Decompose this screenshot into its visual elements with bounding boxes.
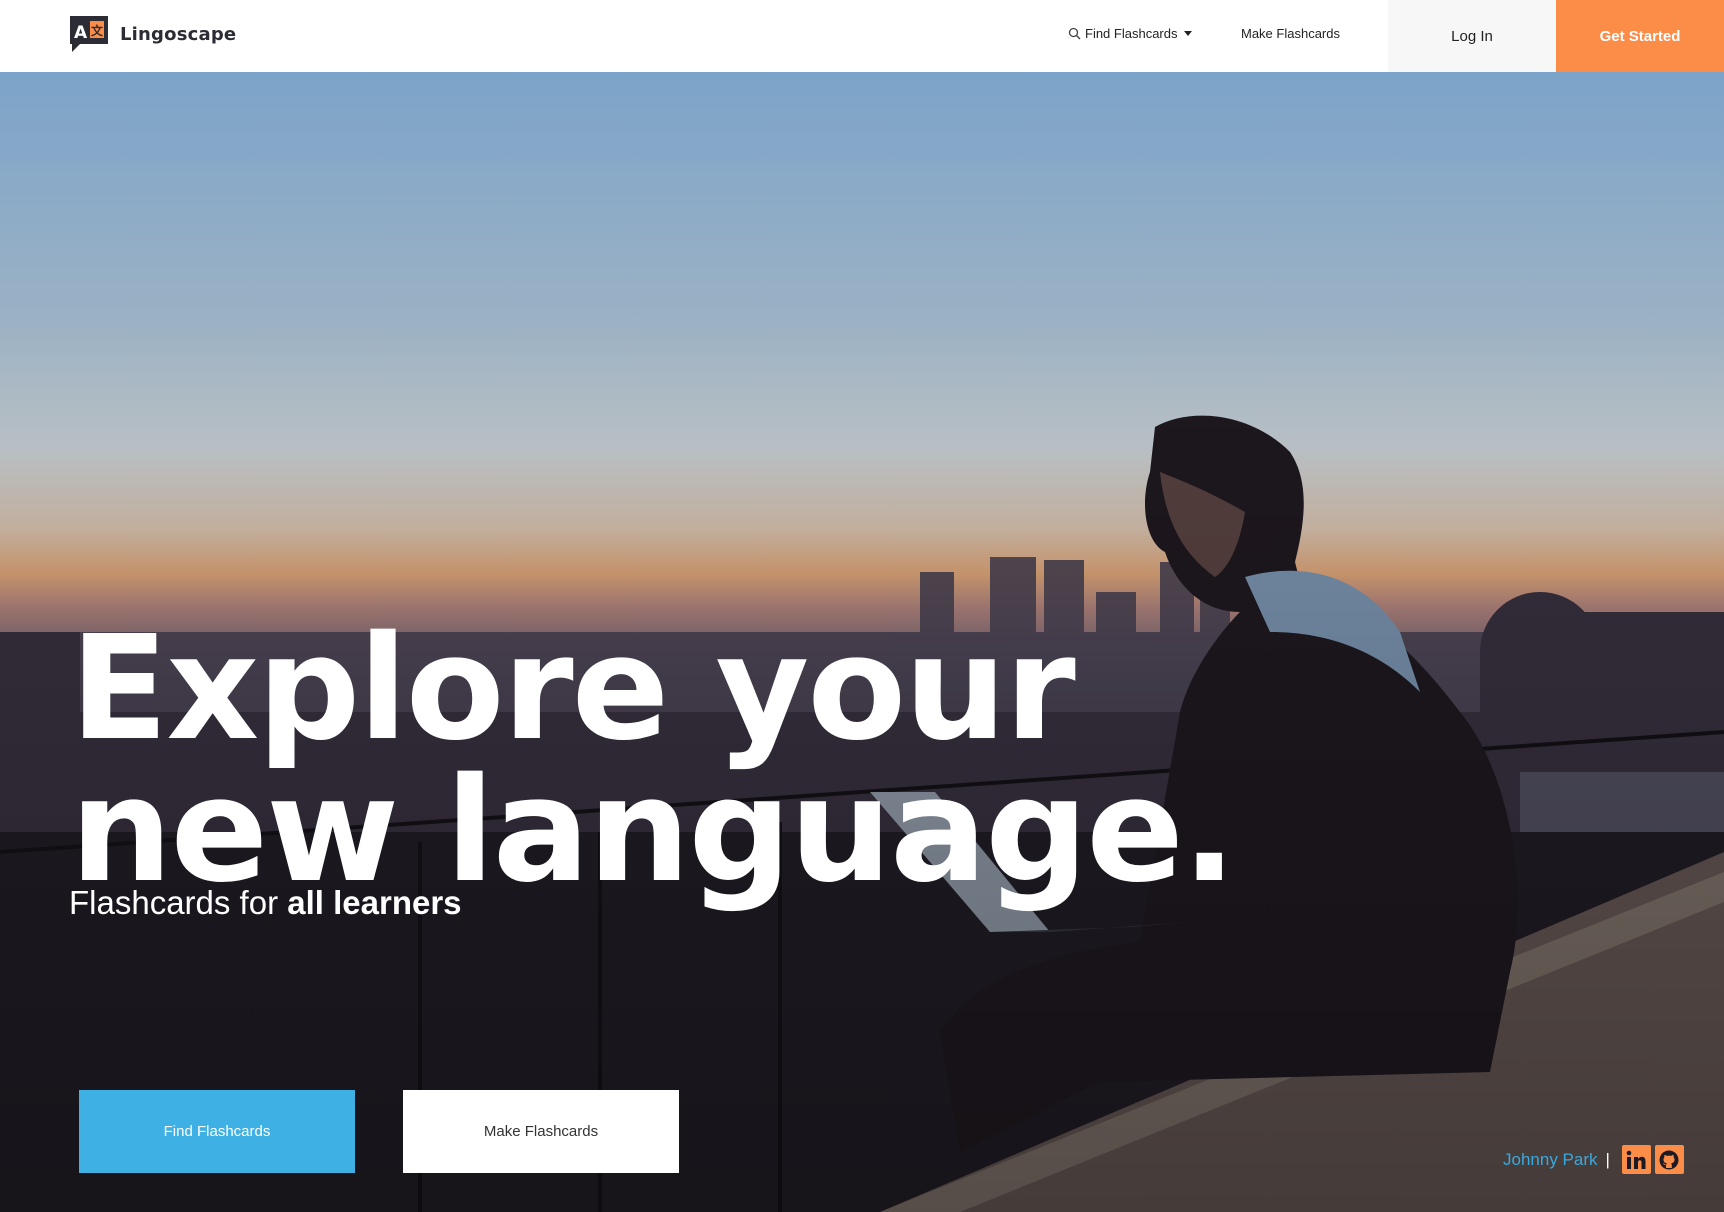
- github-icon[interactable]: [1654, 1145, 1684, 1174]
- login-button[interactable]: Log In: [1388, 0, 1556, 72]
- hero-section: Explore your new language.: [0, 72, 1724, 1212]
- svg-text:A: A: [74, 23, 88, 43]
- hero-subtitle: Flashcards for all learners: [69, 884, 462, 922]
- hero-title-line2: new language.: [70, 746, 1237, 914]
- linkedin-icon[interactable]: [1621, 1145, 1651, 1174]
- hero-title-line1: Explore your: [70, 604, 1076, 772]
- nav-find-flashcards-dropdown[interactable]: Find Flashcards: [1068, 26, 1193, 41]
- hero-subtitle-bold: all learners: [287, 884, 462, 921]
- caret-down-icon: [1184, 31, 1193, 36]
- hero-subtitle-plain: Flashcards for: [69, 884, 288, 921]
- make-flashcards-button[interactable]: Make Flashcards: [403, 1090, 679, 1173]
- footer-credit: Johnny Park |: [1503, 1145, 1684, 1174]
- lingoscape-logo-icon: A 文: [68, 14, 110, 54]
- find-flashcards-button[interactable]: Find Flashcards: [79, 1090, 355, 1173]
- svg-text:文: 文: [91, 23, 104, 38]
- brand-logo[interactable]: A 文 Lingoscape: [68, 14, 236, 54]
- author-link[interactable]: Johnny Park: [1503, 1150, 1598, 1170]
- nav-make-flashcards-link[interactable]: Make Flashcards: [1241, 26, 1340, 41]
- search-icon: [1068, 27, 1081, 40]
- credit-separator: |: [1605, 1149, 1610, 1169]
- hero-title: Explore your new language.: [70, 604, 1237, 914]
- get-started-button[interactable]: Get Started: [1556, 0, 1724, 72]
- nav-find-label: Find Flashcards: [1085, 26, 1178, 41]
- top-navbar: A 文 Lingoscape Find Flashcards Make Flas…: [0, 0, 1724, 72]
- brand-name: Lingoscape: [120, 23, 237, 45]
